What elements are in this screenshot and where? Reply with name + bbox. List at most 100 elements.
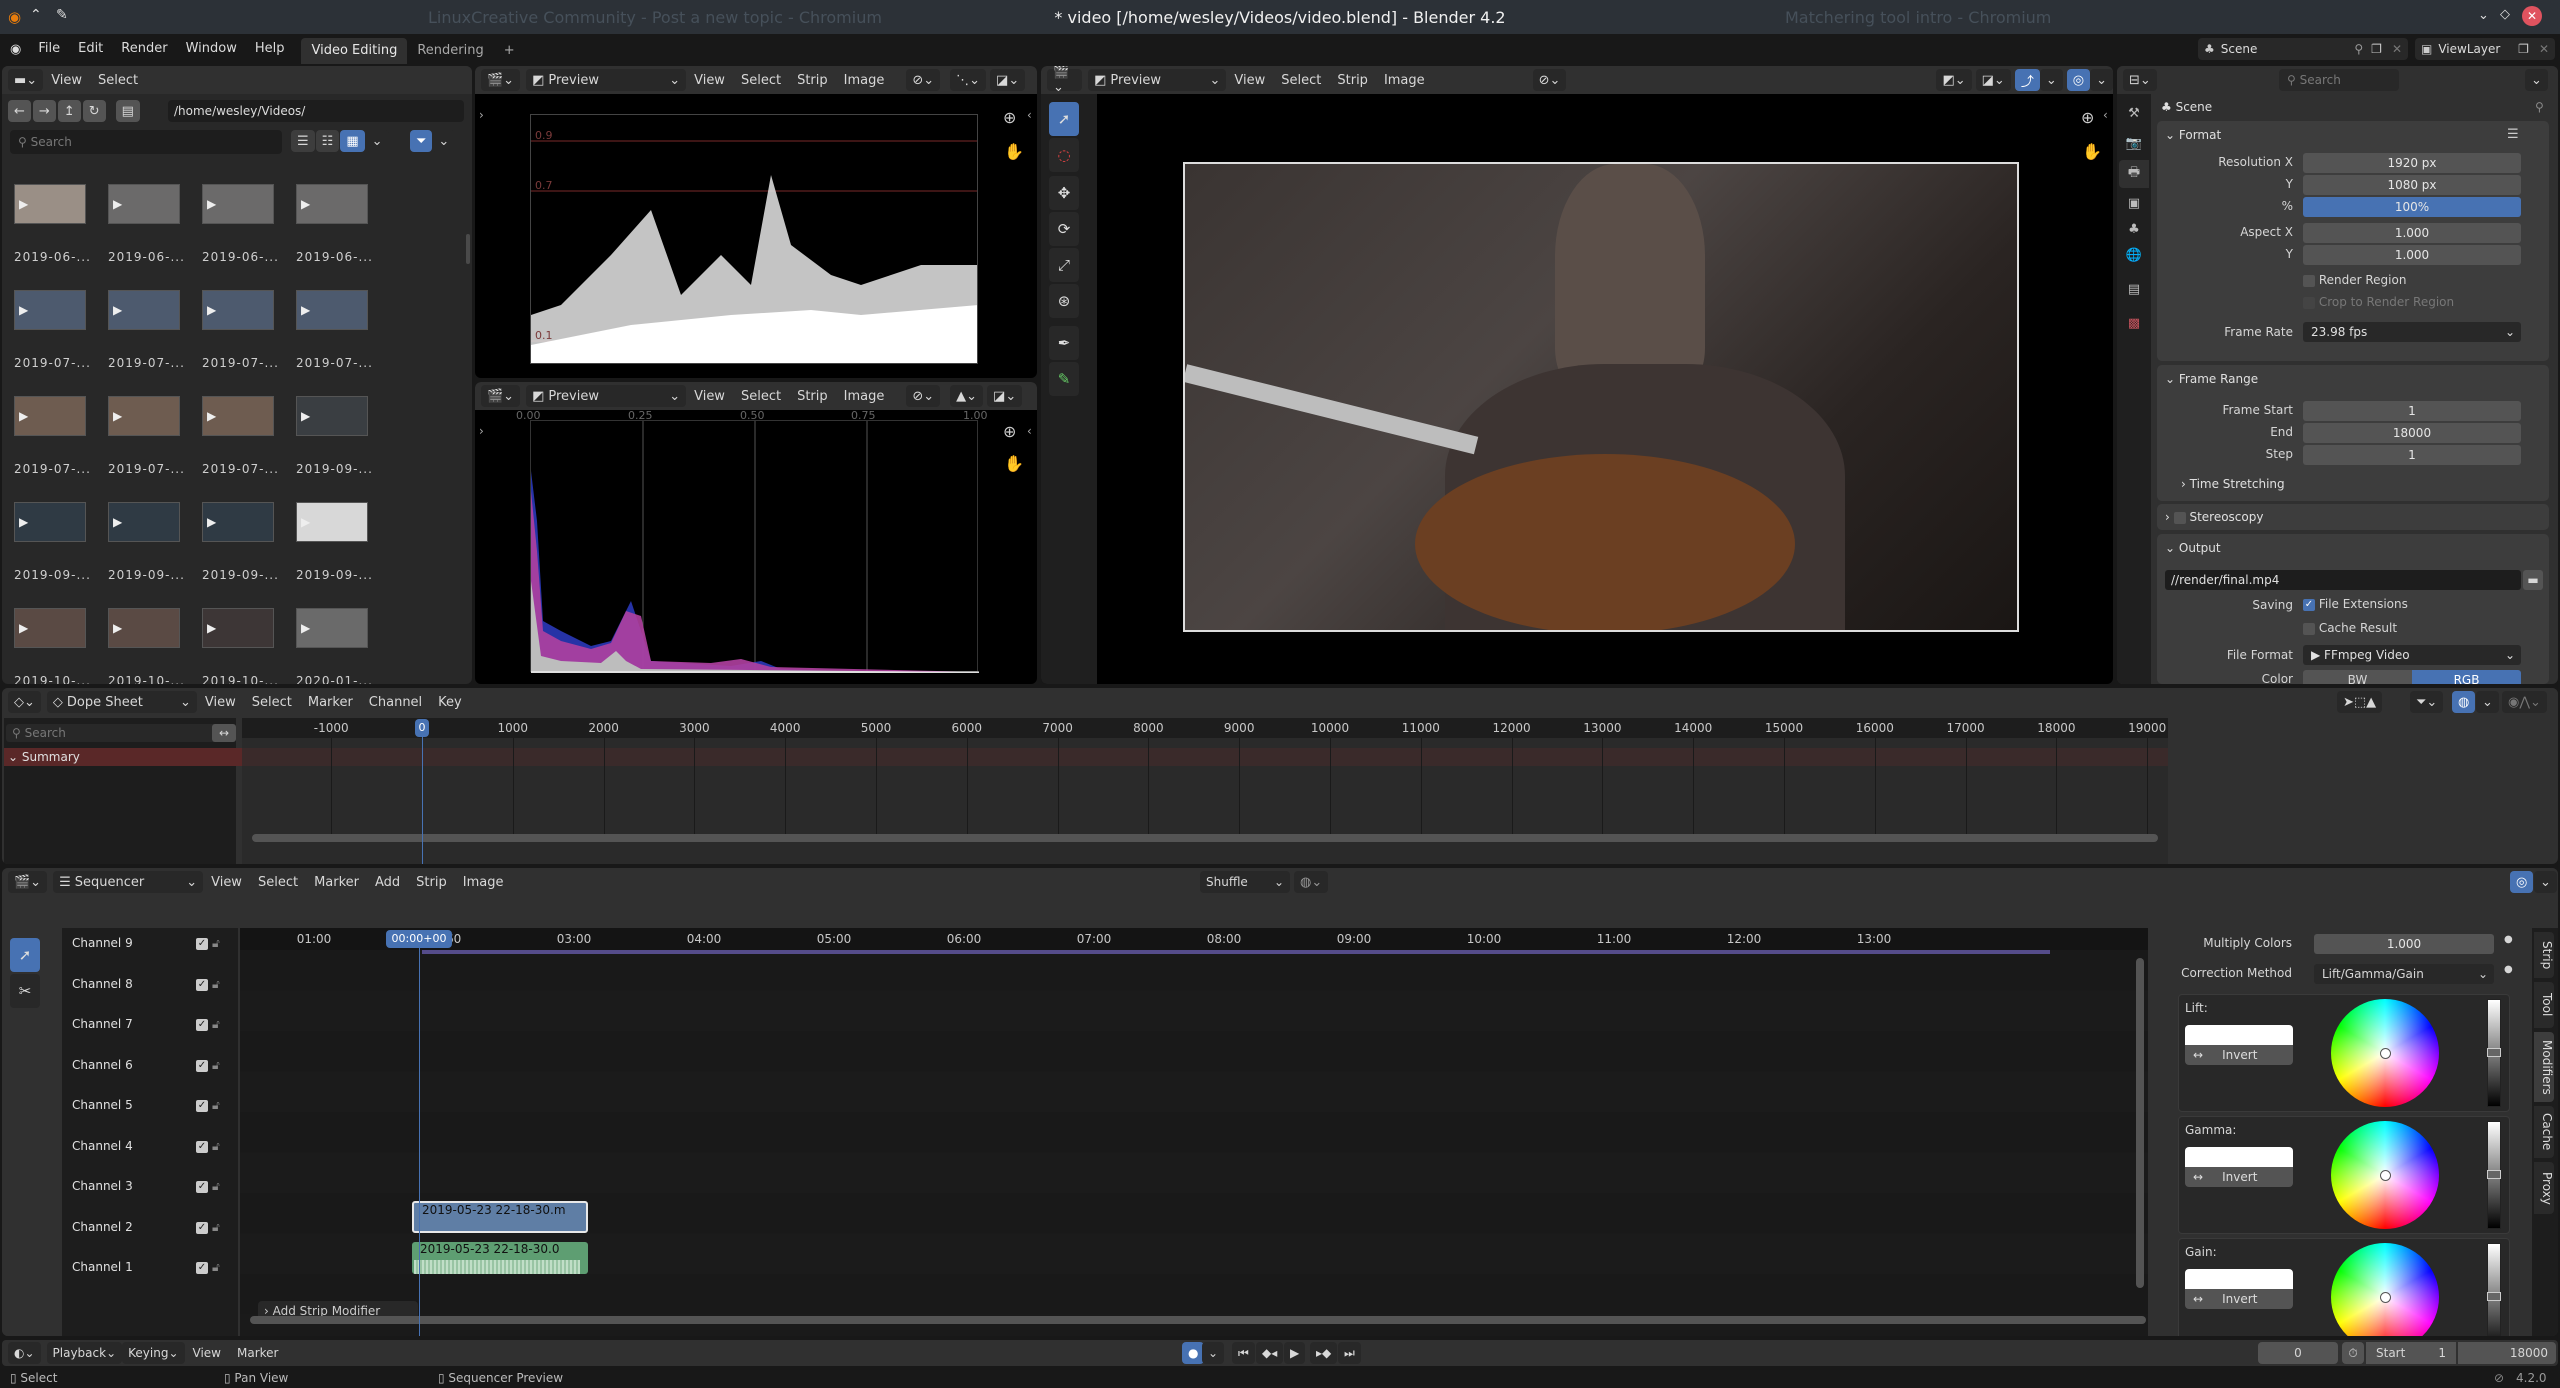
output-tab-icon[interactable]: 🖶 <box>2119 160 2149 188</box>
editor-type-sequencer-icon-3[interactable]: 🎬⌄ <box>1047 66 1083 95</box>
sidebar-expand-icon-2[interactable]: ‹ <box>1027 424 1032 438</box>
channel-name[interactable]: Channel 4 <box>72 1139 133 1153</box>
file-thumbnail[interactable]: ▶ <box>202 608 274 648</box>
frame-range-toggle[interactable]: ⌄ Frame Range <box>2165 372 2258 386</box>
display-options-chevron-icon[interactable]: ⌄ <box>365 130 389 152</box>
output-toggle[interactable]: ⌄ Output <box>2165 541 2221 555</box>
time-stretching-toggle[interactable]: › Time Stretching <box>2181 477 2285 491</box>
ds-menu-view[interactable]: View <box>197 695 244 710</box>
file-thumbnail[interactable]: ▶ <box>202 184 274 224</box>
auto-keying-chevron-icon[interactable]: ⌄ <box>1202 1342 1225 1364</box>
preview-range-icon[interactable]: ⏱ <box>2342 1342 2364 1364</box>
tl-menu-marker[interactable]: Marker <box>229 1346 286 1360</box>
mp-menu-strip[interactable]: Strip <box>1329 73 1376 88</box>
aspect-x-field[interactable]: 1.000 <box>2303 223 2521 243</box>
move-tool-icon[interactable]: ✥ <box>1049 176 1079 210</box>
render-tab-icon[interactable]: 📷 <box>2123 132 2145 154</box>
proportional-edit-icon[interactable]: ◉⋀⌄ <box>2502 691 2547 713</box>
channel-name[interactable]: Channel 7 <box>72 1017 133 1031</box>
overlay-chevron-icon[interactable]: ⌄ <box>2090 69 2113 91</box>
delete-scene-icon[interactable]: ✕ <box>2386 42 2408 56</box>
ds-timeline-region[interactable]: -1000 1000 2000 3000 4000 5000 6000 7000 8000 900… <box>242 718 2168 864</box>
wf-menu-strip[interactable]: Strip <box>789 73 836 88</box>
invert-toggle[interactable]: ↔ Invert <box>2185 1167 2293 1187</box>
end-frame-field[interactable]: 18000 <box>2458 1342 2556 1364</box>
channel-name[interactable]: Channel 1 <box>72 1260 133 1274</box>
channel-lock-icon[interactable]: 🔓︎ <box>212 1179 220 1194</box>
file-thumbnail[interactable]: ▶ <box>296 290 368 330</box>
wf-menu-image[interactable]: Image <box>836 73 893 88</box>
ds-menu-select[interactable]: Select <box>244 695 300 710</box>
render-region-check[interactable] <box>2303 274 2315 287</box>
main-view-type-select[interactable]: ◩ Preview ⌄ <box>1088 69 1227 91</box>
horizontal-list-icon[interactable]: ☷ <box>315 130 340 152</box>
menu-edit[interactable]: Edit <box>69 34 112 64</box>
sq-horizontal-scrollbar[interactable] <box>250 1316 2146 1324</box>
ds-horizontal-scrollbar[interactable] <box>252 834 2158 842</box>
editor-type-timeline-icon[interactable]: ◐⌄ <box>8 1342 41 1364</box>
sound-strip[interactable]: 2019-05-23 22-18-30.0 <box>412 1241 588 1274</box>
sidebar-expand-icon-3[interactable]: ‹ <box>2103 108 2108 122</box>
channel-mute-checkbox[interactable]: ✓ <box>196 1262 208 1274</box>
histogram-scope-icon[interactable]: ▲⌄ <box>950 385 984 407</box>
color-swatch[interactable] <box>2185 1147 2293 1167</box>
sq-snap-icon[interactable]: ◍⌄ <box>1294 871 1329 893</box>
editor-type-sequencer-icon-2[interactable]: 🎬⌄ <box>481 385 521 407</box>
forward-button[interactable]: → <box>32 100 56 122</box>
file-thumbnail[interactable]: ▶ <box>14 502 86 542</box>
file-extensions-check[interactable]: ✓ <box>2303 598 2315 611</box>
color-bw-option[interactable]: BW <box>2303 670 2412 684</box>
hg-menu-select[interactable]: Select <box>733 389 789 404</box>
file-extensions-checkbox[interactable]: ✓ File Extensions <box>2303 597 2408 611</box>
channel-lock-icon[interactable]: 🔓︎ <box>212 936 220 951</box>
format-panel-toggle[interactable]: ⌄ Format <box>2165 128 2221 142</box>
file-thumbnail[interactable]: ▶ <box>296 502 368 542</box>
cursor-tool-icon[interactable]: ◌ <box>1049 138 1079 172</box>
ds-menu-channel[interactable]: Channel <box>361 695 430 710</box>
editor-type-dopesheet-icon[interactable]: ◇⌄ <box>8 691 41 713</box>
world-tab-icon[interactable]: 🌐 <box>2123 244 2145 266</box>
display-channels-icon-3[interactable]: ◪⌄ <box>1975 69 2011 91</box>
jump-start-icon[interactable]: ⏮ <box>1232 1342 1255 1364</box>
tab-modifiers[interactable]: Modifiers <box>2534 1032 2554 1102</box>
file-thumbnail[interactable]: ▶ <box>108 290 180 330</box>
pivot-icon[interactable]: ⊘⌄ <box>1532 69 1567 91</box>
menu-help[interactable]: Help <box>246 34 294 64</box>
hg-menu-strip[interactable]: Strip <box>789 389 836 404</box>
value-slider-handle[interactable] <box>2487 1170 2501 1179</box>
editor-type-properties-icon[interactable]: ⊟⌄ <box>2123 69 2157 91</box>
channel-name[interactable]: Channel 8 <box>72 977 133 991</box>
mp-menu-select[interactable]: Select <box>1273 73 1329 88</box>
pan-hand-icon[interactable]: ✋ <box>1004 142 1024 161</box>
jump-end-icon[interactable]: ⏭ <box>1338 1342 1361 1364</box>
value-slider[interactable] <box>2487 1121 2501 1229</box>
hg-menu-image[interactable]: Image <box>836 389 893 404</box>
channel-lock-icon[interactable]: 🔓︎ <box>212 1098 220 1113</box>
pan-hand-icon-3[interactable]: ✋ <box>2082 142 2102 161</box>
multiply-colors-field[interactable]: 1.000 <box>2314 934 2494 954</box>
gizmo-icon[interactable]: ⤴ <box>2014 69 2040 91</box>
gizmo-toggle-icon-2[interactable]: ⊘⌄ <box>906 385 941 407</box>
back-button[interactable]: ← <box>8 100 31 122</box>
wheel-cursor[interactable] <box>2380 1048 2391 1059</box>
resolution-y-field[interactable]: 1080 px <box>2303 175 2521 195</box>
resolution-x-field[interactable]: 1920 px <box>2303 153 2521 173</box>
dope-sheet-mode-select[interactable]: ◇ Dope Sheet ⌄ <box>46 691 197 713</box>
fb-search-input[interactable]: ⚲ Search <box>10 130 282 154</box>
file-thumbnail[interactable]: ▶ <box>202 396 274 436</box>
channel-lock-icon[interactable]: 🔓︎ <box>212 1260 220 1275</box>
color-swatch[interactable] <box>2185 1269 2293 1289</box>
render-region-checkbox[interactable]: Render Region <box>2303 273 2406 287</box>
channel-name[interactable]: Channel 9 <box>72 936 133 950</box>
resolution-percent-slider[interactable]: 100% <box>2303 197 2521 217</box>
value-slider-handle[interactable] <box>2487 1292 2501 1301</box>
sq-menu-image[interactable]: Image <box>455 875 512 890</box>
tab-tool[interactable]: Tool <box>2534 982 2554 1028</box>
sq-overlay-chevron-icon[interactable]: ⌄ <box>2534 871 2557 893</box>
workspace-tab-rendering[interactable]: Rendering <box>407 38 493 64</box>
editor-type-file-browser[interactable]: ▬⌄ <box>8 69 44 91</box>
channel-name[interactable]: Channel 6 <box>72 1058 133 1072</box>
file-thumbnail[interactable]: ▶ <box>296 608 368 648</box>
channel-lock-icon[interactable]: 🔓︎ <box>212 1058 220 1073</box>
new-scene-icon[interactable]: ❐ <box>2367 42 2386 56</box>
